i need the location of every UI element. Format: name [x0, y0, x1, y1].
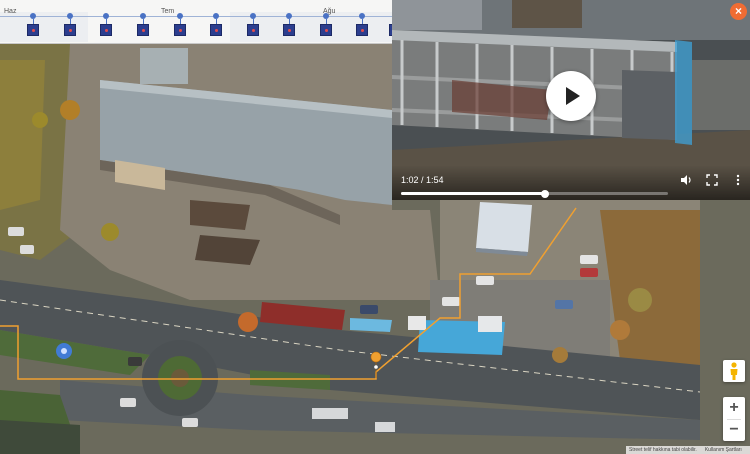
volume-icon[interactable] — [679, 173, 693, 187]
timeline-marker[interactable] — [173, 13, 187, 41]
timeline-marker[interactable] — [319, 13, 333, 41]
timeline-month-label: Haz — [4, 8, 17, 15]
play-button[interactable] — [546, 71, 596, 121]
attribution-text: Street telif hakkına tabi olabilir. — [629, 447, 697, 453]
app-stage: Haz Tem Ağu × 1:02 / 1:54 + − Street tel… — [0, 0, 750, 454]
zoom-out-button[interactable]: − — [723, 419, 745, 441]
video-progress-bar[interactable] — [401, 189, 668, 198]
timeline-axis — [0, 16, 392, 17]
video-progress-fill — [401, 192, 546, 195]
more-options-icon[interactable] — [731, 173, 745, 187]
close-button[interactable]: × — [730, 3, 747, 20]
timeline-marker[interactable] — [63, 13, 77, 41]
video-time-label: 1:02 / 1:54 — [401, 175, 444, 185]
street-view-pegman-button[interactable] — [723, 360, 745, 382]
timeline-marker[interactable] — [99, 13, 113, 41]
timeline-marker[interactable] — [246, 13, 260, 41]
timeline-strip[interactable]: Haz Tem Ağu — [0, 0, 392, 44]
timeline-marker[interactable] — [282, 13, 296, 41]
terms-link[interactable]: Kullanım Şartları — [705, 447, 742, 453]
timeline-marker[interactable] — [136, 13, 150, 41]
video-player[interactable]: × 1:02 / 1:54 — [392, 0, 750, 200]
zoom-control: + − — [723, 397, 745, 441]
map-attribution: Street telif hakkına tabi olabilir. Kulla… — [626, 446, 750, 454]
zoom-in-button[interactable]: + — [723, 397, 745, 419]
timeline-marker[interactable] — [209, 13, 223, 41]
pegman-icon — [730, 362, 738, 380]
fullscreen-icon[interactable] — [705, 173, 719, 187]
video-scrubber-handle[interactable] — [541, 189, 550, 198]
video-controls: 1:02 / 1:54 — [392, 165, 750, 200]
timeline-marker[interactable] — [26, 13, 40, 41]
timeline-marker[interactable] — [355, 13, 369, 41]
